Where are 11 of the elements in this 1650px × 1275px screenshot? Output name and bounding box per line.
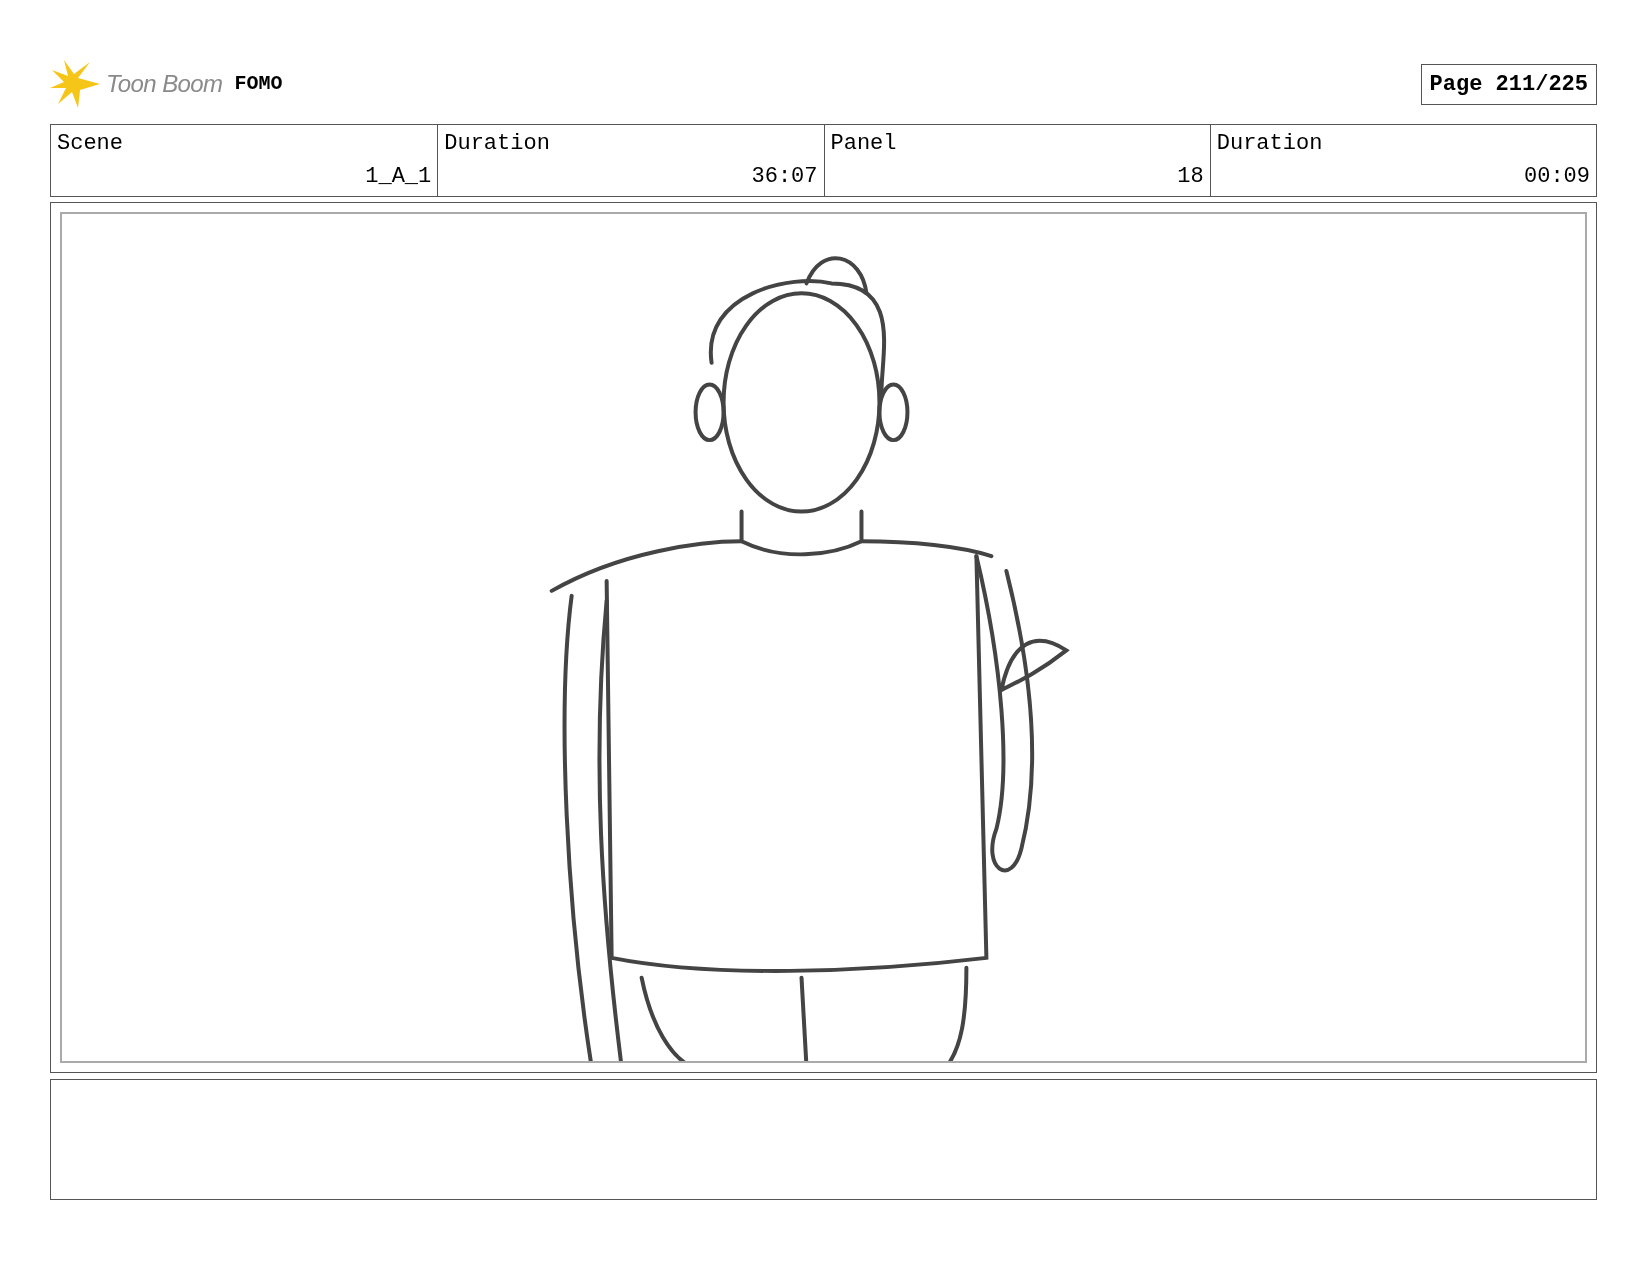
column-header: Duration bbox=[1216, 130, 1323, 158]
column-header: Panel bbox=[830, 130, 897, 158]
column-header: Duration bbox=[444, 130, 550, 158]
logo-text: Toon Boom bbox=[106, 69, 223, 99]
table-cell-text: 36:07 bbox=[751, 163, 818, 191]
project-title: FOMO bbox=[234, 71, 283, 97]
table-cell-text: 1_A_1 bbox=[365, 163, 432, 191]
column-header: Scene bbox=[57, 130, 123, 158]
table-cell-text: 00:09 bbox=[1524, 163, 1590, 191]
page-number: Page 211/225 bbox=[1420, 63, 1597, 105]
table-cell-text: 18 bbox=[1177, 163, 1204, 191]
